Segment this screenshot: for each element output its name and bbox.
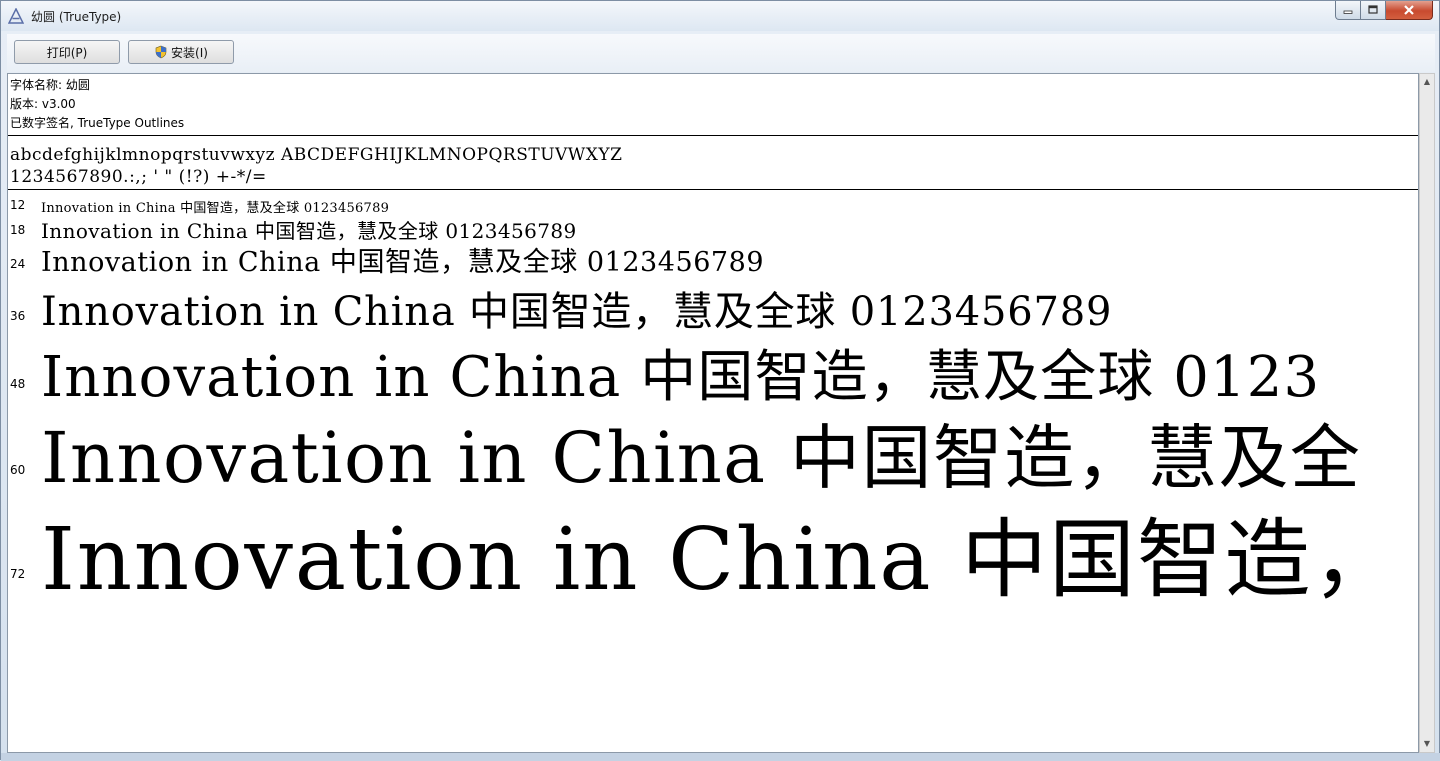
shield-icon	[155, 45, 167, 59]
maximize-button[interactable]	[1361, 1, 1386, 20]
close-button[interactable]	[1386, 1, 1433, 20]
vertical-scrollbar[interactable]: ▲ ▼	[1419, 73, 1435, 753]
sample-text: Innovation in China 中国智造，慧及全球 0123456789	[41, 201, 390, 216]
sample-size-label: 18	[10, 223, 26, 237]
font-name-line: 字体名称: 幼圆	[10, 78, 90, 92]
sample-text: Innovation in China 中国智造，	[41, 510, 1400, 610]
sample-size-label: 24	[10, 257, 26, 271]
print-button-label: 打印(P)	[46, 45, 88, 60]
title-bar[interactable]: 幼圆 (TrueType)	[1, 1, 1439, 31]
sample-text: Innovation in China 中国智造，慧及全球 0123456789	[41, 247, 765, 278]
install-button[interactable]: 安装(I)	[128, 40, 234, 64]
maximize-icon	[1368, 5, 1378, 14]
font-preview-area: 字体名称: 幼圆 版本: v3.00 已数字签名, TrueType Outli…	[7, 73, 1419, 753]
sample-text: Innovation in China 中国智造，慧及全球 0123456789	[41, 289, 1113, 335]
divider	[8, 189, 1418, 190]
caption-buttons	[1335, 1, 1433, 21]
character-set: abcdefghijklmnopqrstuvwxyz ABCDEFGHIJKLM…	[10, 144, 622, 188]
sample-size-label: 12	[10, 198, 26, 212]
sample-size-label: 72	[10, 567, 26, 581]
sample-size-label: 36	[10, 309, 26, 323]
font-version-line: 版本: v3.00	[10, 97, 76, 111]
charset-digits-symbols: 1234567890.:,; ' " (!?) +-*/=	[10, 167, 267, 187]
scroll-down-icon[interactable]: ▼	[1420, 736, 1434, 752]
font-viewer-window: 幼圆 (TrueType) 打印(P) 安装(I) 字体名称: 幼圆 版本: v…	[0, 0, 1440, 761]
sample-size-label: 60	[10, 463, 26, 477]
install-button-label: 安装(I)	[171, 45, 208, 60]
close-icon	[1404, 5, 1414, 15]
sample-size-label: 48	[10, 377, 26, 391]
minimize-button[interactable]	[1335, 1, 1361, 20]
scroll-up-icon[interactable]: ▲	[1420, 74, 1434, 90]
divider	[8, 135, 1418, 136]
font-info: 字体名称: 幼圆 版本: v3.00 已数字签名, TrueType Outli…	[10, 76, 184, 133]
font-signature-line: 已数字签名, TrueType Outlines	[10, 116, 185, 130]
charset-letters: abcdefghijklmnopqrstuvwxyz ABCDEFGHIJKLM…	[10, 145, 623, 165]
print-button[interactable]: 打印(P)	[14, 40, 120, 64]
window-title: 幼圆 (TrueType)	[31, 10, 122, 24]
sample-text: Innovation in China 中国智造，慧及全球 0123	[41, 345, 1321, 410]
minimize-icon	[1343, 10, 1353, 14]
sample-text: Innovation in China 中国智造，慧及全	[41, 417, 1362, 499]
font-viewer-icon	[8, 8, 24, 24]
toolbar: 打印(P) 安装(I)	[7, 34, 1435, 72]
